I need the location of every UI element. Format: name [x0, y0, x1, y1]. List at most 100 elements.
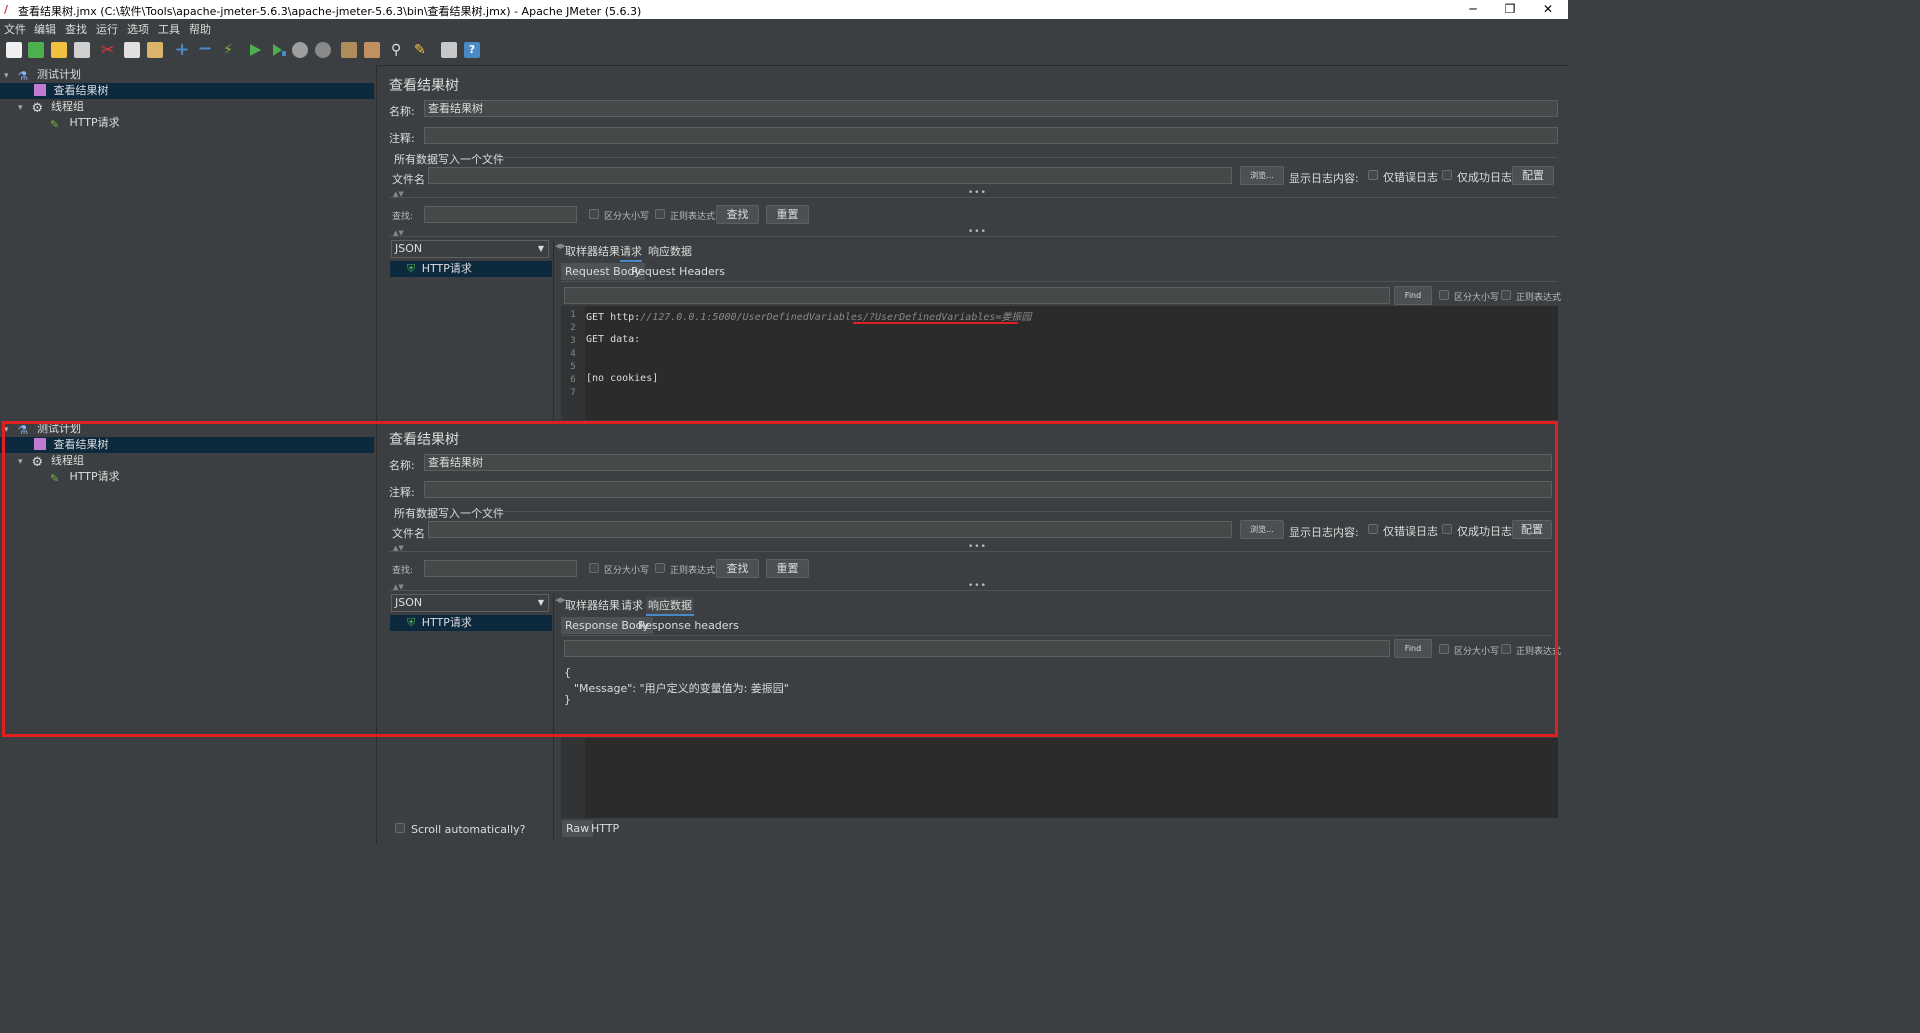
chevron-down-icon[interactable]: ▾ — [18, 454, 28, 470]
search-input[interactable] — [424, 560, 577, 577]
templates-icon[interactable] — [28, 42, 44, 58]
filename-input[interactable] — [428, 167, 1232, 184]
tab-request[interactable]: 请求 — [621, 597, 643, 613]
start-no-pause-icon[interactable] — [270, 42, 286, 58]
expand-icon[interactable]: + — [174, 41, 190, 59]
result-item[interactable]: ⛨ HTTP请求 — [390, 261, 552, 277]
start-icon[interactable] — [247, 42, 263, 58]
success-only-checkbox[interactable] — [1442, 170, 1452, 180]
case-sensitive-checkbox[interactable] — [589, 563, 599, 573]
request-body-editor-lower[interactable] — [561, 738, 1558, 818]
menu-file[interactable]: 文件 — [4, 21, 26, 37]
maximize-button[interactable]: ❐ — [1502, 2, 1518, 16]
comment-input[interactable] — [424, 127, 1558, 144]
response-body-view[interactable]: { "Message": "用户定义的变量值为: 姜振园" } — [561, 660, 1552, 734]
tab-response-data[interactable]: 响应数据 — [646, 597, 694, 616]
body-regex-checkbox[interactable] — [1501, 290, 1511, 300]
menu-help[interactable]: 帮助 — [189, 21, 211, 37]
divider — [389, 551, 1552, 552]
clear-icon[interactable] — [341, 42, 357, 58]
configure-button[interactable]: 配置 — [1512, 520, 1552, 539]
success-only-checkbox[interactable] — [1442, 524, 1452, 534]
body-regex-checkbox[interactable] — [1501, 644, 1511, 654]
regex-checkbox[interactable] — [655, 209, 665, 219]
tree-item-thread-group[interactable]: ▾ ⚙ 线程组 — [0, 453, 374, 470]
close-button[interactable]: ✕ — [1540, 2, 1556, 16]
toggle-icon[interactable]: ⚡ — [220, 42, 236, 58]
search-icon[interactable]: ⚲ — [391, 42, 407, 58]
tab-response-data[interactable]: 响应数据 — [648, 243, 692, 259]
save-icon[interactable] — [74, 42, 90, 58]
body-case-checkbox[interactable] — [1439, 290, 1449, 300]
reset-button[interactable]: 重置 — [766, 559, 809, 578]
new-icon[interactable] — [6, 42, 22, 58]
errors-only-checkbox[interactable] — [1368, 524, 1378, 534]
open-icon[interactable] — [51, 42, 67, 58]
tree-item-test-plan[interactable]: ▾ ⚗ 测试计划 — [0, 421, 374, 437]
copy-icon[interactable] — [124, 42, 140, 58]
tree-item-test-plan[interactable]: ▾ ⚗ 测试计划 — [0, 67, 374, 83]
body-find-button[interactable]: Find — [1394, 639, 1432, 658]
chevron-down-icon[interactable]: ▾ — [4, 68, 14, 84]
minimize-button[interactable]: ─ — [1465, 2, 1481, 16]
filename-input[interactable] — [428, 521, 1232, 538]
case-sensitive-checkbox[interactable] — [589, 209, 599, 219]
splitter[interactable] — [553, 594, 554, 840]
tab-http[interactable]: HTTP — [587, 820, 623, 837]
request-body-editor[interactable]: 1 2 3 4 5 6 7 GET http://127.0.0.1:5000/… — [561, 306, 1558, 420]
splitter[interactable] — [553, 240, 554, 420]
menu-options[interactable]: 选项 — [127, 21, 149, 37]
reset-button[interactable]: 重置 — [766, 205, 809, 224]
body-search-input[interactable] — [564, 640, 1390, 657]
name-input[interactable]: 查看结果树 — [424, 454, 1552, 471]
tree-item-thread-group[interactable]: ▾ ⚙ 线程组 — [0, 99, 374, 116]
renderer-select[interactable]: JSON ▼ — [391, 240, 549, 258]
gear-icon: ⚙ — [31, 455, 44, 470]
find-button[interactable]: 查找 — [716, 205, 759, 224]
configure-button[interactable]: 配置 — [1512, 166, 1554, 185]
body-case-checkbox[interactable] — [1439, 644, 1449, 654]
menu-run[interactable]: 运行 — [96, 21, 118, 37]
menu-tools[interactable]: 工具 — [158, 21, 180, 37]
body-search-input[interactable] — [564, 287, 1390, 304]
test-plan-tree-top: ▾ ⚗ 测试计划 查看结果树 ▾ ⚙ 线程组 ✎ HTTP请求 — [0, 67, 374, 131]
subtab-response-headers[interactable]: Response headers — [634, 617, 743, 634]
regex-checkbox[interactable] — [655, 563, 665, 573]
find-button[interactable]: 查找 — [716, 559, 759, 578]
tab-sampler-result[interactable]: 取样器结果 — [565, 597, 620, 613]
flask-icon: ⚗ — [17, 423, 29, 437]
tree-item-view-results-tree[interactable]: 查看结果树 — [0, 437, 374, 453]
result-item[interactable]: ⛨ HTTP请求 — [390, 615, 552, 631]
tab-request[interactable]: 请求 — [620, 243, 642, 262]
browse-button[interactable]: 浏览... — [1240, 166, 1284, 185]
success-only-label: 仅成功日志 — [1457, 171, 1512, 184]
reset-search-icon[interactable]: ✎ — [414, 42, 430, 58]
subtab-request-headers[interactable]: Request Headers — [627, 263, 729, 280]
comment-input[interactable] — [424, 481, 1552, 498]
tab-sampler-result[interactable]: 取样器结果 — [565, 243, 620, 259]
chevron-down-icon[interactable]: ▾ — [18, 100, 28, 116]
function-helper-icon[interactable] — [441, 42, 457, 58]
clear-all-icon[interactable] — [364, 42, 380, 58]
errors-only-checkbox[interactable] — [1368, 170, 1378, 180]
menu-edit[interactable]: 编辑 — [34, 21, 56, 37]
paste-icon[interactable] — [147, 42, 163, 58]
name-label: 名称: — [389, 459, 415, 472]
scroll-auto-checkbox[interactable] — [395, 823, 405, 833]
tree-item-view-results-tree[interactable]: 查看结果树 — [0, 83, 374, 99]
tree-item-http-request[interactable]: ✎ HTTP请求 — [0, 469, 374, 485]
menu-search[interactable]: 查找 — [65, 21, 87, 37]
collapse-icon[interactable]: − — [197, 40, 213, 58]
help-icon[interactable]: ? — [464, 42, 480, 58]
search-input[interactable] — [424, 206, 577, 223]
comment-label: 注释: — [389, 132, 415, 145]
shutdown-icon[interactable] — [315, 42, 331, 58]
browse-button[interactable]: 浏览... — [1240, 520, 1284, 539]
body-find-button[interactable]: Find — [1394, 286, 1432, 305]
cut-icon[interactable]: ✂ — [101, 42, 117, 58]
name-input[interactable]: 查看结果树 — [424, 100, 1558, 117]
stop-icon[interactable] — [292, 42, 308, 58]
chevron-down-icon[interactable]: ▾ — [4, 422, 14, 438]
tree-item-http-request[interactable]: ✎ HTTP请求 — [0, 115, 374, 131]
renderer-select[interactable]: JSON ▼ — [391, 594, 549, 612]
